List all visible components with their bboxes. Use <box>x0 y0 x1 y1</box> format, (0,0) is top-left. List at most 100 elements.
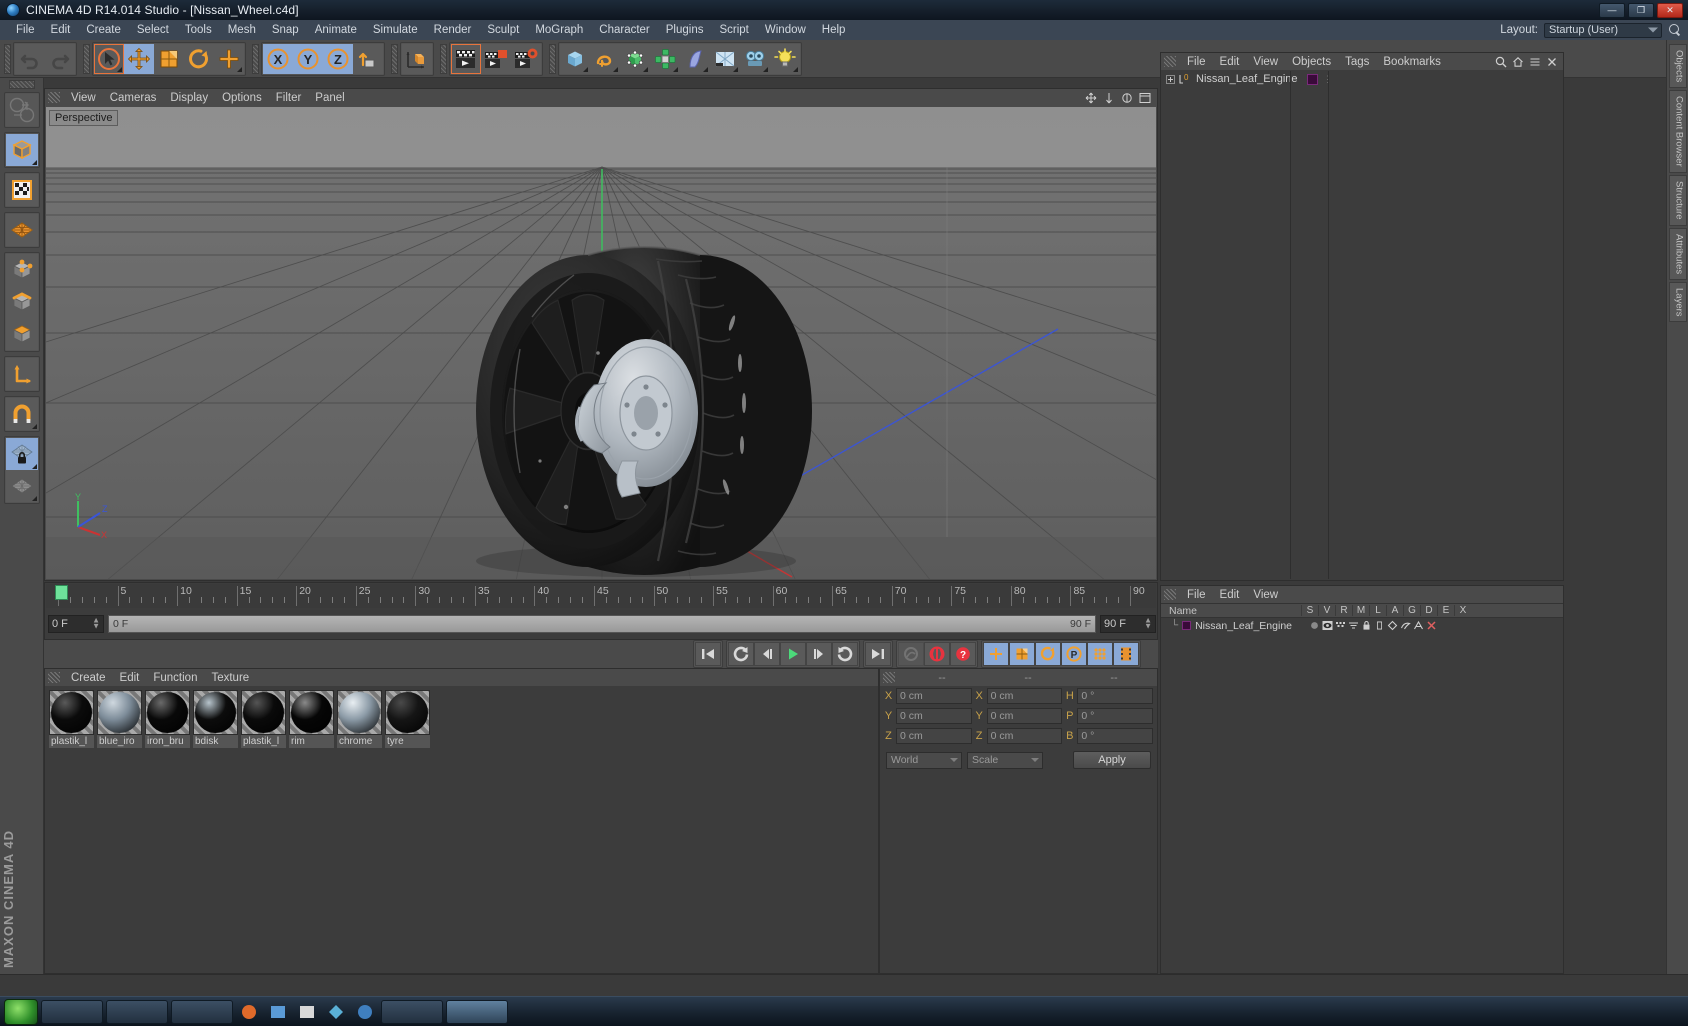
record-scale-button[interactable] <box>1009 642 1035 666</box>
mesh-icon[interactable] <box>1348 620 1359 631</box>
keyframe-selection-button[interactable]: ? <box>950 642 976 666</box>
material-preview-thumbnail[interactable] <box>385 690 430 735</box>
render-icon[interactable] <box>1335 620 1346 631</box>
coord-system-select[interactable]: World <box>886 751 962 769</box>
add-light-button[interactable] <box>770 43 800 74</box>
material-preview-thumbnail[interactable] <box>97 690 142 735</box>
lock-z-axis-button[interactable]: Z <box>323 43 353 74</box>
axis-mode-button[interactable] <box>5 358 38 390</box>
animation-icon[interactable] <box>1374 620 1385 631</box>
render-settings-button[interactable] <box>511 43 541 74</box>
add-tool[interactable] <box>214 43 244 74</box>
menu-help[interactable]: Help <box>814 22 854 38</box>
lock-x-axis-button[interactable]: X <box>263 43 293 74</box>
taskbar-icon-1[interactable] <box>236 1000 262 1024</box>
coord-field-size-z[interactable]: 0 cm <box>986 728 1063 744</box>
menu-create[interactable]: Create <box>78 22 129 38</box>
material-cell[interactable]: plastik_l <box>49 690 94 748</box>
step-forward-button[interactable] <box>806 642 832 666</box>
timeline-ruler[interactable]: 051015202530354045505560657075808590 <box>46 584 1156 608</box>
material-preview-thumbnail[interactable] <box>145 690 190 735</box>
layer-col-e[interactable]: E <box>1437 605 1454 616</box>
autokeying-button[interactable] <box>924 642 950 666</box>
viewport-menu-filter[interactable]: Filter <box>269 91 309 105</box>
taskbar-icon-4[interactable] <box>323 1000 349 1024</box>
add-cube-button[interactable] <box>560 43 590 74</box>
minimize-button[interactable]: — <box>1599 2 1625 18</box>
object-row-nissan-leaf-engine[interactable]: 0 Nissan_Leaf_Engine ⋮ <box>1162 71 1562 87</box>
layer-col-v[interactable]: V <box>1318 605 1335 616</box>
coord-field-size-y[interactable]: 0 cm <box>986 708 1063 724</box>
object-menu-objects[interactable]: Objects <box>1285 55 1338 69</box>
right-tab-layers[interactable]: Layers <box>1668 281 1687 323</box>
record-parameter-button[interactable]: P <box>1061 642 1087 666</box>
timeline-scrollbar[interactable]: 0 F 90 F <box>108 615 1096 633</box>
model-mode-button[interactable] <box>5 134 38 166</box>
material-cell[interactable]: plastik_l <box>241 690 286 748</box>
toolbar-grip-4[interactable] <box>391 43 398 74</box>
material-preview-thumbnail[interactable] <box>49 690 94 735</box>
object-grip[interactable] <box>1164 56 1176 67</box>
layer-menu-edit[interactable]: Edit <box>1213 588 1247 602</box>
zoom-icon[interactable] <box>1103 92 1115 104</box>
pan-icon[interactable] <box>1085 92 1097 104</box>
right-tab-content-browser[interactable]: Content Browser <box>1668 90 1687 173</box>
material-cell[interactable]: blue_iro <box>97 690 142 748</box>
toolbar-grip-3[interactable] <box>252 43 259 74</box>
menu-mesh[interactable]: Mesh <box>220 22 264 38</box>
workplane-button[interactable] <box>5 470 38 502</box>
play-button[interactable] <box>780 642 806 666</box>
layer-col-g[interactable]: G <box>1403 605 1420 616</box>
rotate-icon[interactable] <box>1121 92 1133 104</box>
taskbar-item-2[interactable] <box>106 999 168 1024</box>
undo-button[interactable] <box>15 43 45 74</box>
texture-mode-button[interactable] <box>5 174 38 206</box>
polygons-mode-button[interactable] <box>5 318 38 350</box>
object-menu-edit[interactable]: Edit <box>1213 55 1247 69</box>
lock-icon[interactable] <box>1361 620 1372 631</box>
coord-field-size-x[interactable]: 0 cm <box>986 688 1063 704</box>
generator-icon[interactable] <box>1387 620 1398 631</box>
record-rotation-button[interactable] <box>1035 642 1061 666</box>
viewport-menu-cameras[interactable]: Cameras <box>103 91 164 105</box>
menu-character[interactable]: Character <box>591 22 658 38</box>
render-region-button[interactable] <box>481 43 511 74</box>
layer-col-m[interactable]: M <box>1352 605 1369 616</box>
taskbar-icon-2[interactable] <box>265 1000 291 1024</box>
spinner-icon[interactable]: ▲ ▼ <box>1144 616 1152 630</box>
material-menu-edit[interactable]: Edit <box>113 671 147 685</box>
spinner-icon[interactable]: ▲ ▼ <box>92 616 100 630</box>
menu-window[interactable]: Window <box>757 22 814 38</box>
layer-col-l[interactable]: L <box>1369 605 1386 616</box>
layer-col-a[interactable]: A <box>1386 605 1403 616</box>
xref-icon[interactable] <box>1426 620 1437 631</box>
current-frame-field[interactable]: 0 F ▲ ▼ <box>48 615 104 633</box>
next-keyframe-button[interactable] <box>832 642 858 666</box>
go-to-end-button[interactable] <box>865 642 891 666</box>
menu-render[interactable]: Render <box>426 22 480 38</box>
layer-row[interactable]: └ Nissan_Leaf_Engine <box>1161 618 1563 633</box>
close-button[interactable]: ✕ <box>1657 2 1683 18</box>
make-editable-button[interactable] <box>5 94 38 126</box>
taskbar-icon-5[interactable] <box>352 1000 378 1024</box>
add-scene-button[interactable] <box>710 43 740 74</box>
viewport-menu-panel[interactable]: Panel <box>308 91 351 105</box>
material-preview-thumbnail[interactable] <box>289 690 334 735</box>
record-position-button[interactable] <box>983 642 1009 666</box>
redo-button[interactable] <box>45 43 75 74</box>
menu-snap[interactable]: Snap <box>264 22 307 38</box>
coord-field-rot-p[interactable]: 0 ° <box>1077 708 1154 724</box>
taskbar-item-4[interactable] <box>381 999 443 1024</box>
deformer-icon[interactable] <box>1400 620 1411 631</box>
collapse-icon[interactable] <box>1529 56 1541 68</box>
render-view-button[interactable] <box>451 43 481 74</box>
toolbar-grip[interactable] <box>4 43 11 74</box>
material-cell[interactable]: rim <box>289 690 334 748</box>
menu-simulate[interactable]: Simulate <box>365 22 426 38</box>
dot-icon[interactable] <box>1309 620 1320 631</box>
menu-sculpt[interactable]: Sculpt <box>479 22 527 38</box>
add-deformer-button[interactable] <box>680 43 710 74</box>
coord-field-rot-h[interactable]: 0 ° <box>1077 688 1154 704</box>
object-manager-body[interactable]: 0 Nissan_Leaf_Engine ⋮ <box>1162 71 1562 579</box>
menu-select[interactable]: Select <box>129 22 177 38</box>
